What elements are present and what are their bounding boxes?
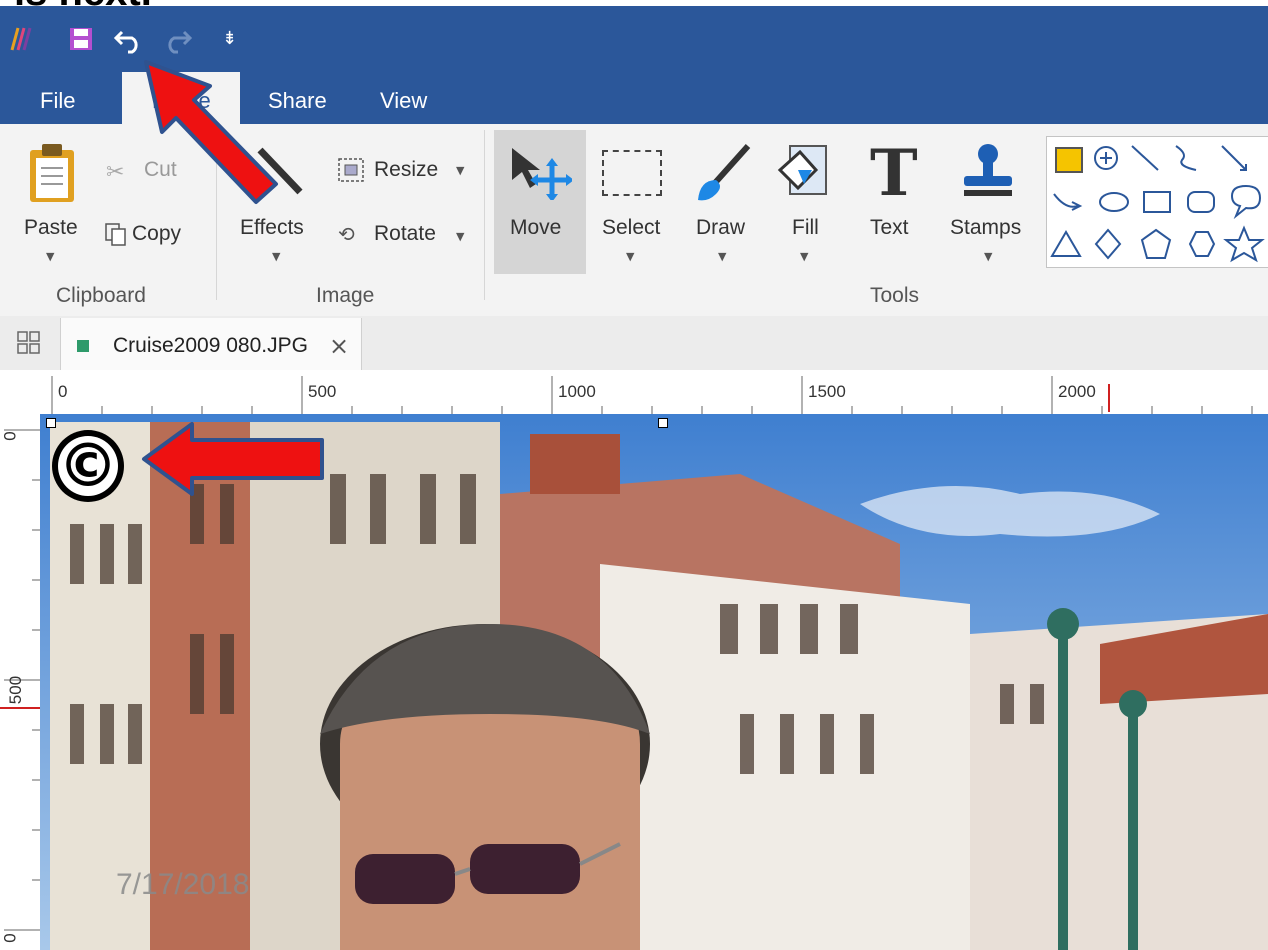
fill-dropdown-icon[interactable]: ▼	[800, 250, 808, 263]
close-tab-icon[interactable]: ×	[329, 332, 349, 360]
undo-icon[interactable]	[112, 24, 146, 54]
app-logo-icon[interactable]	[8, 26, 38, 52]
ruler-mark: 0	[0, 431, 20, 441]
paste-button[interactable]: Paste	[24, 216, 78, 240]
document-tab-title: Cruise2009 080.JPG	[113, 334, 308, 357]
resize-icon	[338, 158, 364, 182]
copy-icon	[105, 223, 126, 246]
ruler-mark: 0	[58, 382, 68, 401]
document-tab[interactable]: Cruise2009 080.JPG ×	[60, 318, 362, 370]
stamps-dropdown-icon[interactable]: ▼	[984, 250, 992, 263]
paste-icon[interactable]	[26, 142, 78, 204]
shapes-gallery-icons[interactable]	[1050, 140, 1268, 264]
image-file-icon	[77, 340, 89, 352]
select-icon[interactable]	[602, 150, 662, 196]
ruler-mark: 500	[6, 675, 26, 705]
ruler-cursor-marker	[1108, 384, 1110, 412]
group-divider	[484, 130, 485, 300]
select-button[interactable]: Select	[602, 216, 660, 240]
effects-button[interactable]: Effects	[240, 216, 304, 240]
copy-button[interactable]: Copy	[132, 222, 181, 246]
ruler-mark: 0	[0, 933, 20, 943]
clipboard-group-label: Clipboard	[56, 284, 146, 307]
fill-button[interactable]: Fill	[792, 216, 819, 240]
rotate-icon: ⟲	[338, 222, 355, 246]
vertical-ruler: 0 500 0	[0, 414, 41, 950]
brush-icon[interactable]	[694, 140, 754, 204]
effects-dropdown-icon[interactable]: ▼	[272, 250, 280, 263]
copyright-stamp: ©	[52, 430, 124, 502]
draw-dropdown-icon[interactable]: ▼	[718, 250, 726, 263]
rotate-button[interactable]: Rotate	[374, 222, 436, 246]
annotation-arrow-diagonal	[144, 60, 278, 204]
paste-dropdown-icon[interactable]: ▼	[46, 250, 54, 263]
date-watermark: 7/17/2018	[116, 868, 250, 901]
tab-view[interactable]: View	[380, 88, 427, 114]
select-dropdown-icon[interactable]: ▼	[626, 250, 634, 263]
fill-icon[interactable]	[774, 140, 836, 204]
move-icon[interactable]	[508, 144, 572, 200]
resize-button[interactable]: Resize	[374, 158, 438, 182]
text-button[interactable]: Text	[870, 216, 909, 240]
tab-file[interactable]: File	[40, 88, 75, 114]
move-button[interactable]: Move	[510, 216, 561, 240]
horizontal-ruler: 0 500 1000 1500 2000	[0, 370, 1268, 415]
ruler-mark: 2000	[1058, 382, 1096, 401]
ruler-mark: 1500	[808, 382, 846, 401]
customize-toolbar-icon[interactable]: ⇟	[222, 28, 237, 49]
save-icon[interactable]	[68, 26, 94, 52]
stamp-icon[interactable]	[958, 142, 1018, 204]
ruler-mark: 1000	[558, 382, 596, 401]
cut-icon: ✂	[106, 160, 125, 185]
stamps-button[interactable]: Stamps	[950, 216, 1021, 240]
selection-handle[interactable]	[46, 418, 56, 428]
ruler-cursor-marker	[0, 707, 40, 709]
ruler-mark: 500	[308, 382, 337, 401]
redo-icon[interactable]	[160, 24, 194, 54]
image-group-label: Image	[316, 284, 375, 307]
draw-button[interactable]: Draw	[696, 216, 745, 240]
grid-view-icon[interactable]	[16, 330, 42, 356]
text-tool-icon[interactable]: T	[870, 136, 918, 211]
annotation-arrow-left	[142, 422, 324, 496]
rotate-dropdown-icon[interactable]: ▼	[456, 230, 464, 243]
resize-dropdown-icon[interactable]: ▼	[456, 164, 464, 177]
tools-group-label: Tools	[870, 284, 920, 307]
selection-handle[interactable]	[658, 418, 668, 428]
